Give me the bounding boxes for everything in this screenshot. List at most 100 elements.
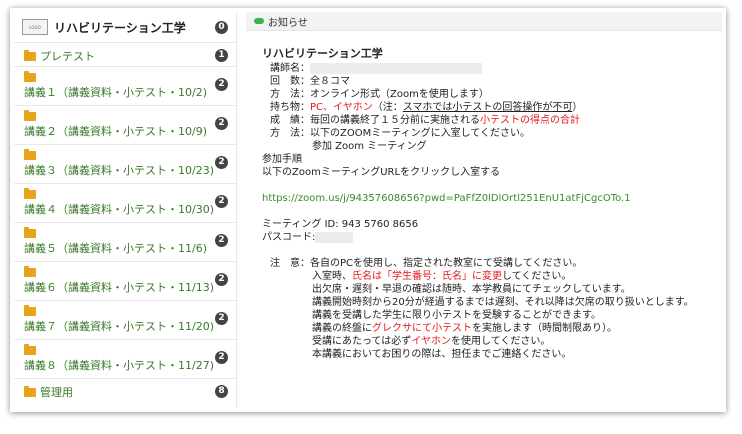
items-note-pre: （注： bbox=[372, 102, 403, 113]
note-6-pre: 講義の終盤に bbox=[312, 323, 372, 334]
course-header[interactable]: LOGO リハビリテーション工学 0 bbox=[14, 12, 236, 42]
note-1: 各自のPCを使用し、指定された教室にて受講してください。 bbox=[310, 258, 583, 269]
folder-icon bbox=[24, 110, 36, 121]
items-label: 持ち物： bbox=[270, 102, 310, 113]
note-2: 入室時、氏名は「学生番号：氏名」に変更してください。 bbox=[262, 270, 722, 283]
grade-text: 毎回の講義終了１５分前に実施される bbox=[310, 115, 480, 126]
instructor-row: 講師名： bbox=[262, 62, 722, 75]
sidebar-item-label: 管理用 bbox=[40, 385, 73, 399]
folder-icon bbox=[24, 149, 36, 160]
sidebar-item-lecture-1[interactable]: 講義１（講義資料・小テスト・10/2) 2 bbox=[14, 66, 236, 105]
note-8: 本講義においてお困りの際は、担任までご連絡ください。 bbox=[312, 349, 572, 360]
note-7-pre: 受講にあたっては必ず bbox=[312, 336, 412, 347]
sidebar-item-label: 講義４（講義資料・小テスト・10/30) bbox=[24, 203, 214, 216]
items-row: 持ち物：PC、イヤホン（注：スマホでは小テストの回答操作が不可） bbox=[262, 101, 722, 114]
items-note: スマホでは小テストの回答操作が不可 bbox=[402, 102, 573, 113]
note-6-highlight: グレクサにて小テスト bbox=[372, 323, 472, 334]
items-note-post: ） bbox=[572, 102, 583, 113]
sidebar-item-lecture-8[interactable]: 講義８（講義資料・小テスト・11/27) 2 bbox=[14, 339, 236, 378]
grade-label: 成 績： bbox=[270, 115, 310, 126]
page-frame: LOGO リハビリテーション工学 0 プレテスト 1 講義１（講義資料・小テスト… bbox=[10, 8, 726, 412]
passcode-row: パスコード: bbox=[262, 231, 722, 244]
note-7-post: を使用してください。 bbox=[451, 336, 551, 347]
sidebar-item-label: 講義８（講義資料・小テスト・11/27) bbox=[24, 359, 214, 372]
note-3: 出欠席・遅刻・早退の確認は随時、本学教員にてチェックしています。 bbox=[312, 284, 631, 295]
folder-icon bbox=[24, 188, 36, 199]
steps-label: 参加手順 bbox=[262, 154, 302, 165]
note-4: 講義開始時刻から20分が経過するまでは遅刻、それ以降は欠席の取り扱いとします。 bbox=[312, 297, 694, 308]
steps-value: 以下のZoomミーティングURLをクリックし入室する bbox=[262, 167, 501, 178]
sidebar-item-label: 講義７（講義資料・小テスト・11/20) bbox=[24, 320, 214, 333]
course-title: リハビリテーション工学 bbox=[54, 20, 186, 35]
count-badge: 2 bbox=[215, 312, 228, 325]
folder-icon bbox=[24, 227, 36, 238]
note-2-highlight: 氏名は「学生番号：氏名」に変更 bbox=[352, 271, 502, 282]
join-line: 参加 Zoom ミーティング bbox=[312, 141, 427, 152]
method2-row: 方 法：以下のZOOMミーティングに入室してください。 bbox=[262, 127, 722, 140]
note-6-post: を実施します（時間制限あり）。 bbox=[472, 323, 617, 334]
redacted-instructor bbox=[310, 62, 482, 74]
count-badge: 2 bbox=[215, 273, 228, 286]
notice-content: リハビリテーション工学 講師名： 回 数：全８コマ 方 法：オンライン形式（Zo… bbox=[246, 31, 722, 361]
sidebar-item-lecture-4[interactable]: 講義４（講義資料・小テスト・10/30) 2 bbox=[14, 183, 236, 222]
main-panel: お知らせ リハビリテーション工学 講師名： 回 数：全８コマ 方 法：オンライン… bbox=[246, 12, 722, 408]
sidebar-item-pretest[interactable]: プレテスト 1 bbox=[14, 42, 236, 66]
sidebar: LOGO リハビリテーション工学 0 プレテスト 1 講義１（講義資料・小テスト… bbox=[14, 12, 237, 408]
count-badge: 2 bbox=[215, 351, 228, 364]
folder-icon bbox=[24, 385, 36, 397]
folder-icon bbox=[24, 71, 36, 82]
sidebar-item-label: プレテスト bbox=[40, 49, 95, 63]
note-7-highlight: イヤホン bbox=[411, 336, 452, 347]
course-logo: LOGO bbox=[22, 19, 48, 35]
count-badge: 1 bbox=[215, 49, 228, 62]
method2-value: 以下のZOOMミーティングに入室してください。 bbox=[310, 128, 531, 139]
grade-highlight: 小テストの得点の合計 bbox=[480, 115, 580, 126]
passcode-label: パスコード: bbox=[262, 232, 316, 243]
count-badge: 8 bbox=[215, 385, 228, 398]
sidebar-item-lecture-2[interactable]: 講義２（講義資料・小テスト・10/9) 2 bbox=[14, 105, 236, 144]
notice-title: リハビリテーション工学 bbox=[262, 47, 383, 60]
notes-row: 注 意：各自のPCを使用し、指定された教室にて受講してください。 bbox=[262, 257, 722, 270]
note-2-pre: 入室時、 bbox=[312, 271, 352, 282]
count-label: 回 数： bbox=[270, 76, 310, 87]
count-row: 回 数：全８コマ bbox=[262, 75, 722, 88]
course-badge: 0 bbox=[215, 20, 228, 34]
method-value: オンライン形式（Zoomを使用します） bbox=[310, 89, 489, 100]
note-7: 受講にあたっては必ずイヤホンを使用してください。 bbox=[262, 335, 722, 348]
sidebar-item-label: 講義３（講義資料・小テスト・10/23) bbox=[24, 164, 214, 177]
notice-label: お知らせ bbox=[268, 17, 308, 29]
instructor-label: 講師名： bbox=[270, 63, 310, 74]
note-2-post: してください。 bbox=[502, 271, 572, 282]
folder-icon bbox=[24, 305, 36, 316]
count-value: 全８コマ bbox=[310, 76, 350, 87]
notice-header: お知らせ bbox=[246, 12, 722, 31]
sidebar-item-label: 講義６（講義資料・小テスト・11/13) bbox=[24, 281, 214, 294]
grade-row: 成 績：毎回の講義終了１５分前に実施される小テストの得点の合計 bbox=[262, 114, 722, 127]
items-value: PC、イヤホン bbox=[310, 102, 373, 113]
sidebar-item-admin[interactable]: 管理用 8 bbox=[14, 378, 236, 402]
notes-label: 注 意： bbox=[270, 258, 310, 269]
count-badge: 2 bbox=[215, 117, 228, 130]
method-row: 方 法：オンライン形式（Zoomを使用します） bbox=[262, 88, 722, 101]
count-badge: 2 bbox=[215, 78, 228, 91]
sidebar-item-lecture-6[interactable]: 講義６（講義資料・小テスト・11/13) 2 bbox=[14, 261, 236, 300]
sidebar-item-lecture-5[interactable]: 講義５（講義資料・小テスト・11/6) 2 bbox=[14, 222, 236, 261]
status-pill-icon bbox=[254, 18, 264, 24]
sidebar-item-label: 講義２（講義資料・小テスト・10/9) bbox=[24, 125, 207, 138]
sidebar-item-label: 講義５（講義資料・小テスト・11/6) bbox=[24, 242, 207, 255]
method-label: 方 法： bbox=[270, 89, 310, 100]
folder-icon bbox=[24, 266, 36, 277]
sidebar-item-label: 講義１（講義資料・小テスト・10/2) bbox=[24, 86, 207, 99]
sidebar-item-lecture-7[interactable]: 講義７（講義資料・小テスト・11/20) 2 bbox=[14, 300, 236, 339]
sidebar-item-lecture-3[interactable]: 講義３（講義資料・小テスト・10/23) 2 bbox=[14, 144, 236, 183]
zoom-link[interactable]: https://zoom.us/j/94357608656?pwd=PaFfZ0… bbox=[262, 192, 722, 205]
note-5: 講義を受講した学生に限り小テストを受験することができます。 bbox=[312, 310, 601, 321]
folder-icon bbox=[24, 49, 36, 61]
folder-icon bbox=[24, 344, 36, 355]
count-badge: 2 bbox=[215, 156, 228, 169]
note-6: 講義の終盤にグレクサにて小テストを実施します（時間制限あり）。 bbox=[262, 322, 722, 335]
count-badge: 2 bbox=[215, 234, 228, 247]
meeting-id: ミーティング ID: 943 5760 8656 bbox=[262, 219, 419, 230]
redacted-passcode bbox=[315, 231, 354, 243]
count-badge: 2 bbox=[215, 195, 228, 208]
